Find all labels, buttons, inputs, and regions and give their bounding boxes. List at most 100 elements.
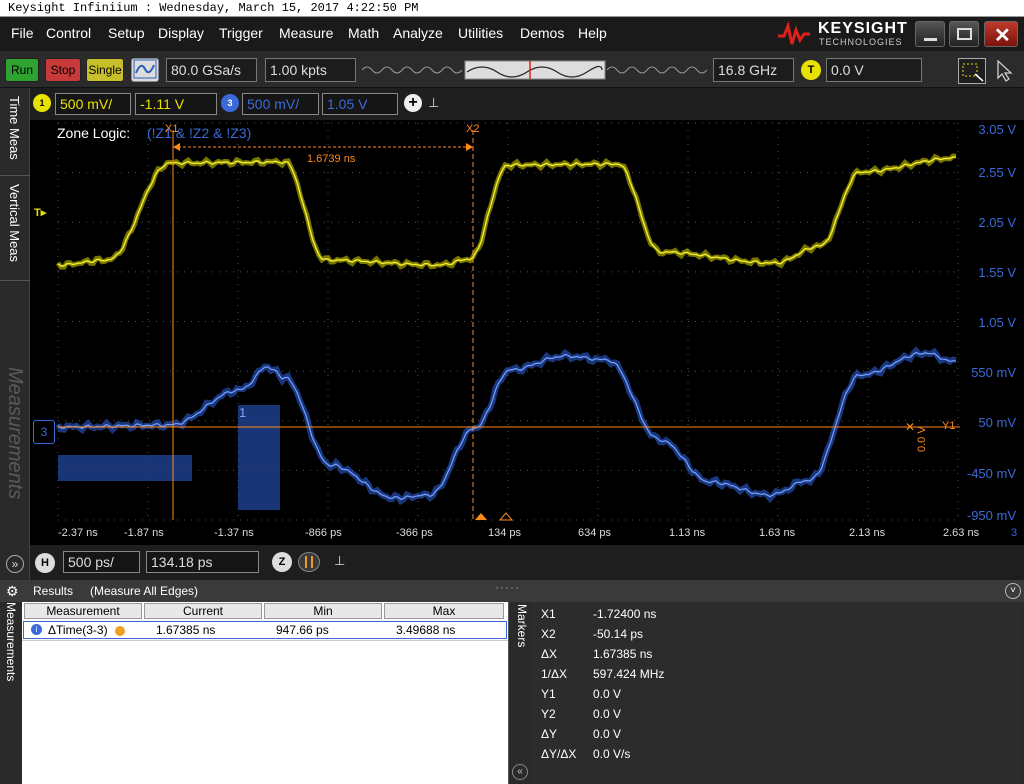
x-axis-label: -1.87 ns [124,527,164,539]
delta-arrow-left-icon [173,143,180,151]
tab-measurements[interactable]: Measurements [0,281,30,543]
cursor-y1-label[interactable]: Y1 [942,420,955,432]
single-button[interactable]: Single [86,58,124,82]
timebase-position-field[interactable]: 134.18 ps [146,551,259,573]
menu-help[interactable]: Help [578,25,607,41]
zone-logic-expression[interactable]: (!Z1 & !Z2 & !Z3) [147,125,251,141]
menu-setup[interactable]: Setup [108,25,145,41]
sample-rate-field[interactable]: 80.0 GSa/s [166,58,257,82]
expand-chevron-icon[interactable]: « [512,764,528,780]
menu-measure[interactable]: Measure [279,25,333,41]
minimize-button[interactable] [915,21,945,47]
col-measurement[interactable]: Measurement [24,603,142,619]
delta-x-readout: 1.6739 ns [307,153,356,165]
row-min-value: 947.66 ps [276,623,329,637]
col-min[interactable]: Min [264,603,382,619]
menu-demos[interactable]: Demos [520,25,564,41]
channel-bar: 1 500 mV/ -1.11 V 3 500 mV/ 1.05 V + ⊥ [0,88,1024,120]
marker-label: X1 [541,607,556,621]
menu-file[interactable]: File [11,25,34,41]
restore-button[interactable] [949,21,979,47]
horizontal-badge[interactable]: H [35,553,55,573]
close-icon: ✕ [994,25,1011,47]
close-button[interactable]: ✕ [984,21,1018,47]
ch1-badge[interactable]: 1 [33,94,51,112]
menu-utilities[interactable]: Utilities [458,25,503,41]
trigger-level-marker-icon[interactable]: T▸ [34,206,46,219]
col-current[interactable]: Current [144,603,262,619]
zone-number-label: 1 [239,405,247,420]
zone-rect-1[interactable] [58,455,192,481]
y1-cross-icon: ✕ [905,420,915,434]
timebase-scale-field[interactable]: 500 ps/ [63,551,140,573]
add-channel-button[interactable]: + [404,94,422,112]
drag-handle-icon[interactable]: ····· [495,576,520,598]
overview-wave-icon [361,60,708,80]
zoom-box-button[interactable] [958,58,986,84]
run-button[interactable]: Run [5,58,39,82]
menu-analyze[interactable]: Analyze [393,25,443,41]
ch3-badge[interactable]: 3 [221,94,239,112]
y-axis-label: 1.05 V [978,315,1016,330]
info-icon[interactable]: i [31,624,42,635]
menu-trigger[interactable]: Trigger [219,25,263,41]
gear-icon[interactable]: ⚙ [6,580,19,602]
marker-label: X2 [541,627,556,641]
x-axis-label: 2.13 ns [849,527,886,539]
menu-display[interactable]: Display [158,25,204,41]
menu-control[interactable]: Control [46,25,91,41]
pin-icon[interactable]: ⊥ [334,553,345,569]
zoom-button[interactable]: Z [272,552,292,572]
marker-value: 1.67385 ns [593,647,653,661]
waveform-display[interactable]: ✕ T▸ 3 Zone Logic: (!Z1 & !Z2 & !Z3) X1 … [30,120,1024,545]
col-max[interactable]: Max [384,603,504,619]
trigger-level-field[interactable]: 0.0 V [826,58,922,82]
cursor-x1-label[interactable]: X1 [165,123,178,135]
tab-vertical-meas[interactable]: Vertical Meas [0,176,30,281]
trigger-marker-icon [475,513,487,520]
stop-button[interactable]: Stop [45,58,81,82]
markers-side-tab[interactable]: Markers « [508,602,532,784]
trigger-channel-badge[interactable]: T [801,60,821,80]
ch1-offset-field[interactable]: -1.11 V [135,93,217,115]
zone-rect-2[interactable] [238,405,280,510]
zoom-split-button[interactable] [298,552,320,572]
expand-chevron-icon[interactable]: » [6,555,24,573]
memory-depth-field[interactable]: 1.00 kpts [265,58,356,82]
keysight-logo: KEYSIGHT TECHNOLOGIES [776,20,908,48]
ch1-scale-field[interactable]: 500 mV/ [55,93,131,115]
minimize-icon [924,38,937,41]
bandwidth-field[interactable]: 16.8 GHz [713,58,794,82]
x-axis-end-label: 3 [1011,527,1018,539]
x-axis-label: 134 ps [488,527,522,539]
waveform-overview[interactable] [361,60,708,80]
x-axis-label: -2.37 ns [58,527,98,539]
plus-icon: + [408,94,418,111]
table-divider [22,640,508,641]
results-subtitle: (Measure All Edges) [90,584,199,598]
ch3-ground-marker[interactable]: 3 [33,420,55,444]
side-tabs: Time Meas Vertical Meas Measurements » [0,88,30,583]
ch3-offset-field[interactable]: 1.05 V [322,93,398,115]
marker-label: Y1 [541,687,556,701]
menu-math[interactable]: Math [348,25,379,41]
zoom-icon: Z [278,556,286,568]
timebase-bar: H 500 ps/ 134.18 ps Z ⊥ [30,545,1024,580]
y-marker-value: 0.0 V [916,426,928,452]
cursor-x2-label[interactable]: X2 [466,123,479,135]
zoom-box-icon [962,63,984,82]
autoscale-button[interactable] [131,58,159,82]
zone-logic-label: Zone Logic: [57,125,131,141]
measurements-side-tab[interactable]: Measurements [0,602,22,784]
brand-name: KEYSIGHT [818,20,908,37]
split-bars-icon [305,556,313,568]
y-axis-label: -950 mV [966,508,1016,523]
marker-value: 0.0 V/s [593,747,631,761]
ch3-waveform [55,346,957,506]
y-axis-label: 2.05 V [978,215,1016,230]
pin-icon[interactable]: ⊥ [428,95,439,111]
ch3-scale-field[interactable]: 500 mV/ [242,93,319,115]
collapse-chevron-icon[interactable]: ˅ [1005,583,1021,599]
tab-time-meas[interactable]: Time Meas [0,88,30,176]
pointer-mode-button[interactable] [990,58,1020,84]
